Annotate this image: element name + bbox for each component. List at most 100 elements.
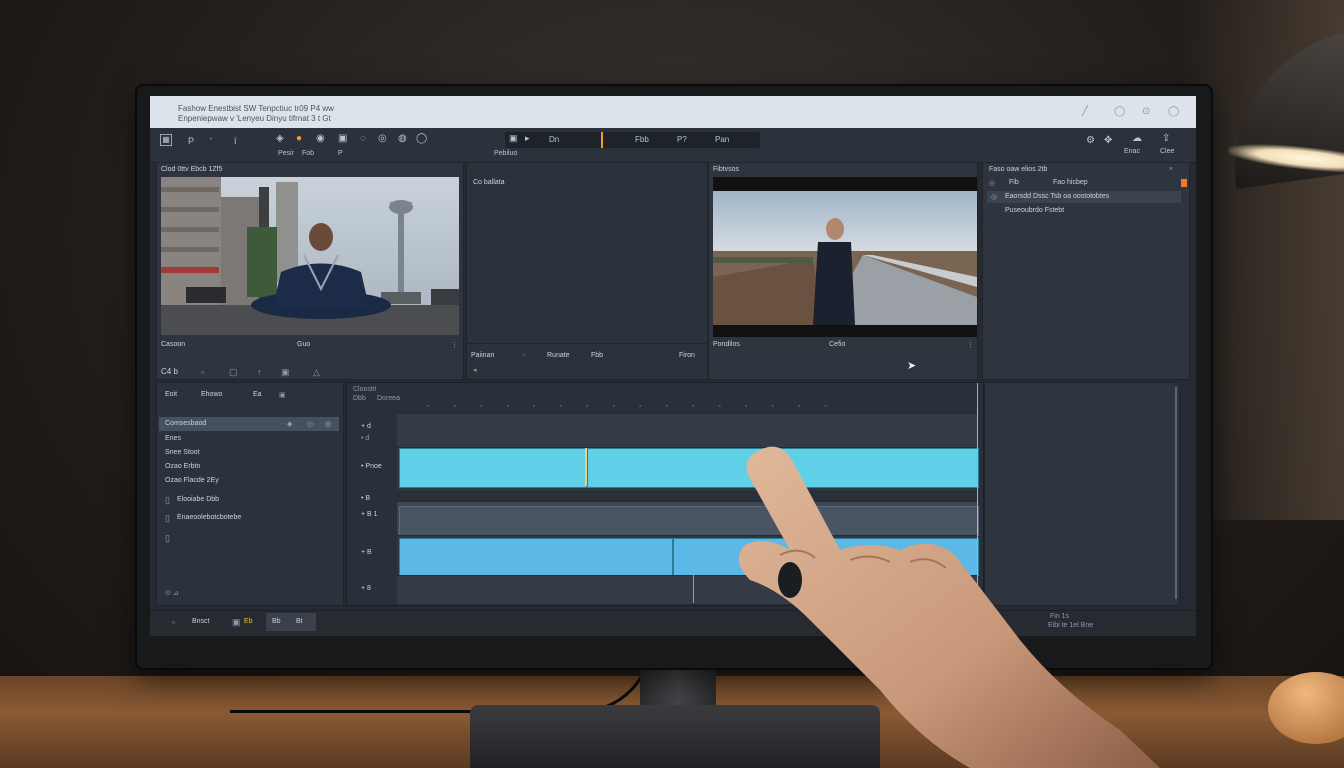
track-label-6[interactable]: + 8 bbox=[361, 585, 371, 592]
layout-icon[interactable]: ▦ bbox=[160, 134, 172, 146]
browser-tab-2[interactable]: Ehowo bbox=[201, 391, 222, 398]
browser-top-icon-3[interactable]: ▢ bbox=[229, 367, 238, 378]
bottom-item-3: Bb bbox=[272, 618, 281, 625]
bottom-item-4: Bt bbox=[296, 618, 303, 625]
transport-item-2[interactable]: Fbb bbox=[635, 135, 649, 144]
effects-footer: Paiinan ◦ Runate Fbb Firon ◂ bbox=[467, 343, 707, 380]
browser-item-1-icon-a[interactable]: ◆ bbox=[287, 420, 292, 428]
step-icon[interactable]: ▸ bbox=[525, 133, 530, 144]
toolbar-right-label-2[interactable]: Clee bbox=[1160, 148, 1174, 155]
effects-footer-icon[interactable]: ◦ bbox=[523, 352, 525, 359]
source-menu-icon[interactable]: ⋮ bbox=[451, 341, 458, 349]
browser-top-icon-4[interactable]: ↑ bbox=[257, 367, 262, 377]
audio-clip-2[interactable] bbox=[399, 538, 673, 576]
browser-top-icon-6[interactable]: △ bbox=[313, 367, 320, 378]
road-scene-image bbox=[713, 177, 977, 337]
browser-tab-1[interactable]: Eoit bbox=[165, 391, 177, 398]
record-dot-icon[interactable]: ● bbox=[296, 133, 302, 144]
transport-item-1[interactable]: Dn bbox=[549, 135, 559, 144]
source-footer-mid: Guo bbox=[297, 341, 311, 348]
bottom-active-tab[interactable]: Bb Bt bbox=[266, 613, 316, 631]
program-menu-icon[interactable]: ⋮ bbox=[967, 341, 974, 349]
camera-icon[interactable]: ▣ bbox=[338, 133, 347, 144]
browser-bottom-item-2[interactable]: Enaeoolebotcbotebe bbox=[177, 514, 241, 521]
track-label-1[interactable]: + d bbox=[361, 423, 371, 430]
window-titlebar: Fashow Enestbist SW Tenpctiuc tr09 P4 ww… bbox=[150, 96, 1196, 128]
transport-controls: ▣ ▸ Dn Fbb P? Pan bbox=[505, 132, 760, 148]
wrench-icon[interactable]: ⚙ bbox=[1086, 135, 1095, 146]
browser-item-1-icon-b[interactable]: ◎ bbox=[307, 420, 313, 428]
program-monitor-header: Fibtvsos bbox=[713, 166, 740, 173]
toolbar-sub-1: Pesir bbox=[278, 150, 294, 157]
track-label-1-sub: • d bbox=[361, 435, 370, 442]
mouse-cursor-icon: ➤ bbox=[907, 360, 917, 372]
city-scene-image bbox=[161, 177, 459, 335]
toolbar-label-1[interactable]: P bbox=[188, 136, 194, 146]
close-icon[interactable]: ◯ bbox=[1168, 106, 1179, 117]
eye-icon[interactable]: ◉ bbox=[316, 133, 325, 144]
program-monitor-panel: Fibtvsos Pondilos Cefio ⋮ ➤ bbox=[708, 162, 978, 380]
droplet-icon[interactable]: ◈ bbox=[276, 133, 284, 144]
transport-item-4[interactable]: Pan bbox=[715, 135, 729, 144]
transport-item-3[interactable]: P? bbox=[677, 135, 687, 144]
effects-footer-item-2[interactable]: Runate bbox=[547, 352, 570, 359]
maximize-icon[interactable]: ◯ bbox=[1114, 106, 1125, 117]
browser-item-5[interactable]: Ozao Flacde 2Ey bbox=[165, 477, 219, 484]
browser-item-1[interactable]: Comsesbaod bbox=[165, 420, 206, 427]
audio-icon[interactable]: ◎ bbox=[378, 133, 387, 144]
browser-item-2[interactable]: Enes bbox=[165, 435, 181, 442]
program-video-frame[interactable] bbox=[713, 177, 977, 337]
browser-top-icon-5[interactable]: ▣ bbox=[281, 367, 290, 378]
bottom-square-icon[interactable]: ▫ bbox=[172, 617, 175, 627]
effects-footer-item-3[interactable]: Fbb bbox=[591, 352, 603, 359]
main-toolbar: ▦ P ' ï ◈ ● ◉ ▣ ◌ ◎ ◍ ◯ Pesir Fob P ▣ ▸ … bbox=[150, 128, 1196, 163]
browser-bottom-item-1[interactable]: Elooiabe Dbb bbox=[177, 496, 219, 503]
track-label-5[interactable]: + B bbox=[361, 549, 372, 556]
bottom-item-2[interactable]: Eb bbox=[244, 618, 253, 625]
browser-top-icon-1[interactable]: C4 b bbox=[161, 367, 178, 376]
effects-footer-item-1[interactable]: Paiinan bbox=[471, 352, 494, 359]
browser-item-1-icon-c[interactable]: ◍ bbox=[325, 420, 331, 428]
browser-item-3[interactable]: Snee Stoot bbox=[165, 449, 200, 456]
share-icon[interactable]: ⇪ bbox=[1162, 133, 1170, 144]
timeline-scrollbar[interactable] bbox=[1175, 387, 1177, 599]
project-row3[interactable]: Puseoubrdo Fstebt bbox=[1005, 207, 1064, 214]
track-label-4[interactable]: + B 1 bbox=[361, 511, 378, 518]
cloud-icon[interactable]: ☁ bbox=[1132, 133, 1142, 144]
effects-footer-item-4[interactable]: Firon bbox=[679, 352, 695, 359]
project-row-icon-1[interactable]: ◎ bbox=[989, 179, 995, 187]
track-label-3[interactable]: • B bbox=[361, 495, 370, 502]
settings-icon[interactable]: ⊙ bbox=[1142, 106, 1150, 117]
source-video-frame[interactable] bbox=[161, 177, 459, 335]
timeline-ruler[interactable]: ◦◦◦◦◦◦◦◦◦◦◦◦◦◦◦◦ bbox=[427, 403, 851, 410]
timer-icon[interactable]: ◍ bbox=[398, 133, 407, 144]
project-row1-a[interactable]: Fib bbox=[1009, 179, 1019, 186]
clock-icon[interactable]: ◯ bbox=[416, 133, 427, 144]
effects-arrow-icon[interactable]: ◂ bbox=[473, 366, 477, 374]
browser-item-4[interactable]: Ozao Erbtn bbox=[165, 463, 200, 470]
browser-top-icon-2[interactable]: ▫ bbox=[201, 367, 204, 377]
browser-folder-icon-3[interactable]: ▯ bbox=[165, 533, 170, 544]
track-label-2[interactable]: • Pnoe bbox=[361, 463, 382, 470]
project-close-icon[interactable]: × bbox=[1169, 166, 1173, 173]
minimize-icon[interactable]: ╱ bbox=[1082, 106, 1088, 117]
browser-folder-icon-1[interactable]: ▯ bbox=[165, 495, 170, 506]
browser-footer-icon[interactable]: ⊙ ⊿ bbox=[165, 589, 179, 597]
chat-icon[interactable]: ◌ bbox=[360, 133, 366, 144]
play-icon[interactable]: ▣ bbox=[509, 133, 518, 144]
move-icon[interactable]: ✥ bbox=[1104, 135, 1112, 146]
toolbar-right-label-1[interactable]: Enac bbox=[1124, 148, 1140, 155]
toolbar-label-3[interactable]: ï bbox=[234, 136, 237, 146]
toolbar-label-2[interactable]: ' bbox=[210, 136, 212, 146]
bottom-screen-icon[interactable]: ▣ bbox=[232, 617, 241, 628]
video-clip-1[interactable] bbox=[399, 448, 587, 488]
bottom-item-1[interactable]: Bnsct bbox=[192, 618, 210, 625]
browser-tab-3[interactable]: Ea bbox=[253, 391, 262, 398]
project-header: Faso oaw elios 2tb bbox=[989, 166, 1048, 173]
project-row2[interactable]: Eaorsdd Dssc Tsb oa oostotobtes bbox=[1005, 193, 1109, 200]
window-subtitle: Enpeniepwaw v 'Lenyeu Dinyu tifrnat 3 t … bbox=[178, 114, 331, 123]
project-row1-b[interactable]: Fao hicbep bbox=[1053, 179, 1088, 186]
browser-tab-icon[interactable]: ▣ bbox=[279, 391, 286, 399]
project-row-icon-2[interactable]: ◎ bbox=[991, 193, 997, 201]
browser-folder-icon-2[interactable]: ▯ bbox=[165, 513, 170, 524]
